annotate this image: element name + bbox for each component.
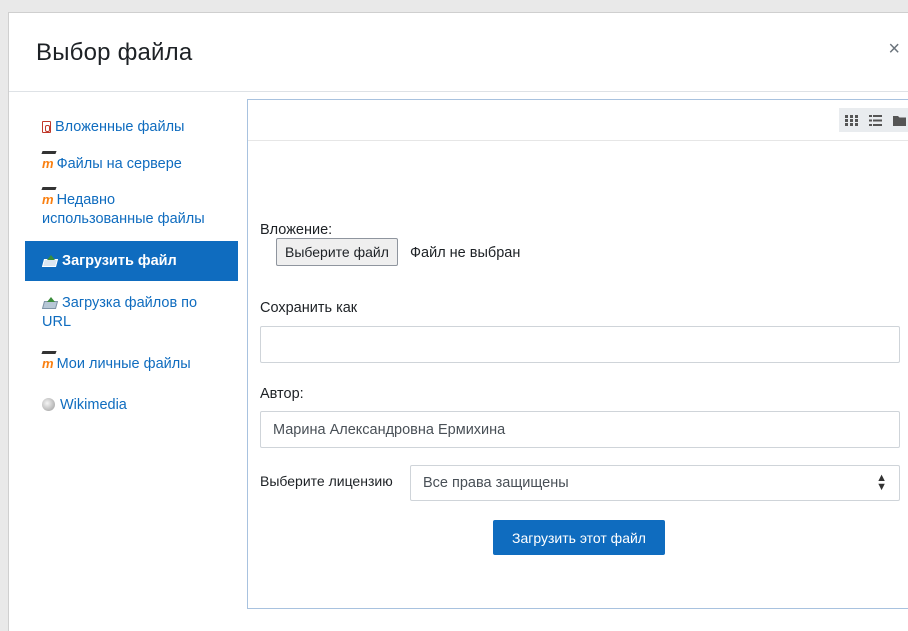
sidebar-item-recent-files[interactable]: m Недавно использованные файлы — [25, 187, 238, 229]
select-caret-icon: ▲ ▼ — [876, 472, 887, 493]
dialog-title: Выбор файла — [36, 39, 193, 66]
sidebar-item-url-download[interactable]: Загрузка файлов по URL — [25, 294, 238, 332]
upload-panel: Вложение: Выберите файл Файл не выбран С… — [247, 99, 908, 609]
choose-file-button[interactable]: Выберите файл — [276, 238, 398, 266]
globe-icon — [42, 398, 55, 411]
author-label: Автор: — [260, 386, 304, 402]
sidebar-item-label: Мои личные файлы — [56, 356, 191, 372]
license-label: Выберите лицензию — [260, 473, 393, 489]
moodle-icon: m — [41, 187, 57, 207]
sidebar-item-server-files[interactable]: m Файлы на сервере — [25, 151, 238, 174]
sidebar-item-attachments[interactable]: Вложенные файлы — [25, 118, 238, 137]
view-switcher — [839, 108, 908, 132]
upload-this-file-button[interactable]: Загрузить этот файл — [493, 520, 665, 555]
sidebar-item-label: Файлы на сервере — [56, 156, 182, 172]
grid-view-icon[interactable] — [839, 108, 863, 132]
sidebar-item-label: Вложенные файлы — [55, 119, 185, 135]
view-toolbar — [248, 100, 908, 141]
close-icon[interactable]: × — [888, 39, 900, 59]
author-input[interactable] — [260, 411, 900, 448]
save-as-label: Сохранить как — [260, 300, 358, 316]
sidebar-item-wikimedia[interactable]: Wikimedia — [25, 396, 238, 415]
sidebar-item-label: Загрузка файлов по URL — [42, 295, 198, 330]
license-select[interactable]: Все права защищены ▲ ▼ — [410, 465, 900, 501]
license-selected-value: Все права защищены — [423, 475, 569, 491]
sidebar-item-label: Недавно использованные файлы — [42, 192, 205, 227]
sidebar-item-label: Загрузить файл — [62, 253, 177, 269]
file-picker-dialog: Выбор файла × Вложенные файлы m Файлы на … — [8, 12, 908, 631]
moodle-icon: m — [41, 151, 57, 171]
attachment-icon — [42, 121, 51, 133]
repository-sidebar: Вложенные файлы m Файлы на сервере m Недав… — [9, 92, 240, 631]
sidebar-item-label: Wikimedia — [60, 397, 127, 413]
folder-view-icon[interactable] — [887, 108, 908, 132]
dialog-header: Выбор файла × — [9, 13, 908, 92]
sidebar-item-private-files[interactable]: m Мои личные файлы — [25, 351, 238, 374]
no-file-text: Файл не выбран — [410, 245, 521, 261]
save-as-input[interactable] — [260, 326, 900, 363]
upload-icon — [42, 255, 58, 267]
list-view-icon[interactable] — [863, 108, 887, 132]
upload-icon — [42, 297, 58, 309]
sidebar-item-upload-file[interactable]: Загрузить файл — [25, 241, 238, 281]
moodle-icon: m — [41, 351, 57, 371]
attachment-label: Вложение: — [260, 222, 333, 238]
